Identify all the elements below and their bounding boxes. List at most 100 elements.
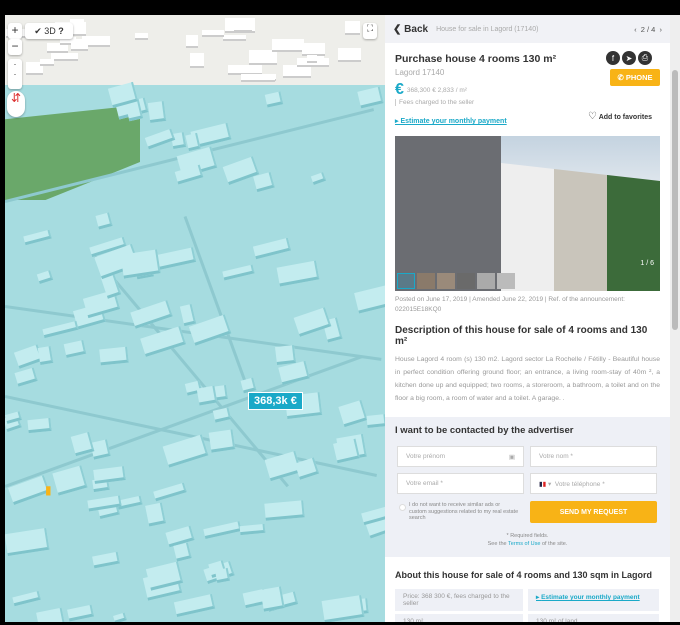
map-building [311, 172, 327, 186]
map-building [253, 172, 276, 193]
map-building [36, 269, 54, 285]
map-building [213, 407, 231, 423]
map-building [71, 38, 89, 51]
map-building [276, 260, 320, 287]
heart-icon: ♡ [588, 111, 598, 122]
breadcrumb[interactable]: House for sale in Lagord (17140) [436, 26, 538, 33]
map-building [274, 344, 296, 365]
map-building [134, 32, 148, 40]
3d-label: 3D [44, 26, 56, 36]
3d-toggle[interactable]: ✔ 3D ? [25, 23, 73, 39]
phone-button[interactable]: ✆ PHONE [610, 69, 660, 86]
map-building [307, 55, 318, 64]
map-building [51, 53, 78, 62]
map-building [113, 612, 128, 622]
map-building [203, 521, 242, 540]
map-building [173, 542, 193, 562]
map-building [156, 246, 196, 270]
map[interactable]: + − · · ⇵ ✔ 3D ? ⛶ 368,3k € ▮ [5, 15, 385, 622]
pagination[interactable]: ‹ 2 / 4 › [634, 25, 662, 34]
map-building [332, 438, 360, 464]
help-button[interactable]: ? [58, 26, 64, 36]
map-building [338, 48, 362, 62]
map-building [36, 607, 66, 622]
back-button[interactable]: ❮ Back [393, 24, 428, 35]
map-building [64, 340, 87, 359]
check-icon: ✔ [34, 26, 42, 36]
map-building [99, 346, 129, 367]
map-building [271, 38, 304, 53]
add-favorites-button[interactable]: ♡ Add to favorites [588, 111, 652, 122]
map-building [239, 523, 266, 535]
terms-prefix: See the [487, 541, 507, 547]
firstname-input[interactable]: Votre prénom ▣ [397, 446, 524, 467]
about-section: About this house for sale of 4 rooms and… [385, 557, 670, 622]
compass-icon[interactable]: ⇵ [7, 91, 25, 117]
map-building [201, 29, 224, 37]
map-building [92, 551, 121, 568]
zoom-out-button[interactable]: − [8, 39, 22, 55]
map-building [7, 474, 50, 506]
estimate-cell: ▸ Estimate your monthly payment [528, 589, 659, 611]
facebook-icon[interactable]: f [606, 51, 620, 65]
map-building [144, 502, 166, 527]
scrollbar-thumb[interactable] [672, 70, 678, 330]
map-building [42, 321, 79, 339]
terms-suffix: of the site. [541, 541, 568, 547]
map-building [14, 366, 38, 386]
map-building [179, 303, 197, 326]
map-building [173, 593, 215, 617]
map-pin-icon[interactable]: ▮ [45, 483, 52, 497]
map-building [144, 128, 175, 150]
contact-form: I want to be contacted by the advertiser… [385, 417, 670, 557]
terms-link[interactable]: Terms of Use [508, 541, 540, 547]
send-request-button[interactable]: SEND MY REQUEST [530, 501, 657, 523]
about-title: About this house for sale of 4 rooms and… [395, 570, 653, 580]
map-building [70, 431, 95, 456]
map-building [196, 385, 218, 406]
estimate-link-2[interactable]: ▸ Estimate your monthly payment [536, 594, 640, 601]
map-building [301, 43, 326, 57]
map-building [253, 237, 292, 260]
photo-thumbnails[interactable] [397, 273, 515, 289]
map-building [190, 52, 205, 69]
price-cell: Price: 368 300 €, fees charged to the se… [395, 589, 523, 611]
fullscreen-icon[interactable]: ⛶ [363, 23, 377, 39]
map-building [148, 100, 167, 123]
zoom-in-button[interactable]: + [8, 23, 22, 39]
listing-photo[interactable]: 1 / 6 [395, 136, 660, 291]
map-building [264, 91, 283, 108]
contact-title: I want to be contacted by the advertiser [395, 425, 574, 436]
print-icon[interactable]: ⎙ [638, 51, 652, 65]
phone-input[interactable]: ▮▮ ▾ Votre téléphone * [530, 473, 657, 494]
map-building [67, 604, 95, 622]
optout-checkbox[interactable] [399, 504, 406, 511]
lastname-input[interactable]: Votre nom * [530, 446, 657, 467]
map-building [222, 264, 255, 281]
email-input[interactable]: Votre email * [397, 473, 524, 494]
map-building [139, 326, 186, 357]
map-building [95, 212, 112, 230]
map-building [278, 361, 310, 386]
surface-cell: 130 m² [395, 614, 523, 622]
posted-info: Posted on June 17, 2019 | Amended June 2… [395, 296, 625, 313]
map-building [264, 500, 306, 521]
photo-counter: 1 / 6 [640, 260, 654, 267]
price: 368,300 € 2,833 / m² [406, 86, 467, 94]
estimate-payment-link[interactable]: ▸ Estimate your monthly payment [395, 118, 507, 125]
map-building [93, 465, 126, 485]
fees-note: Fees charged to the seller [395, 99, 660, 106]
price-marker[interactable]: 368,3k € [248, 392, 303, 410]
map-building [120, 249, 161, 279]
tilt-buttons[interactable]: · · [8, 59, 22, 89]
description-title: Description of this house for sale of 4 … [395, 325, 648, 347]
map-building [234, 22, 253, 33]
map-building [162, 434, 209, 468]
description-text: House Lagord 4 room (s) 130 m2. Lagord s… [395, 356, 660, 402]
send-icon[interactable]: ➤ [622, 51, 636, 65]
map-building [208, 429, 236, 453]
map-building [12, 590, 42, 606]
map-building [259, 586, 285, 612]
scrollbar[interactable] [670, 15, 680, 622]
map-building [321, 595, 364, 622]
